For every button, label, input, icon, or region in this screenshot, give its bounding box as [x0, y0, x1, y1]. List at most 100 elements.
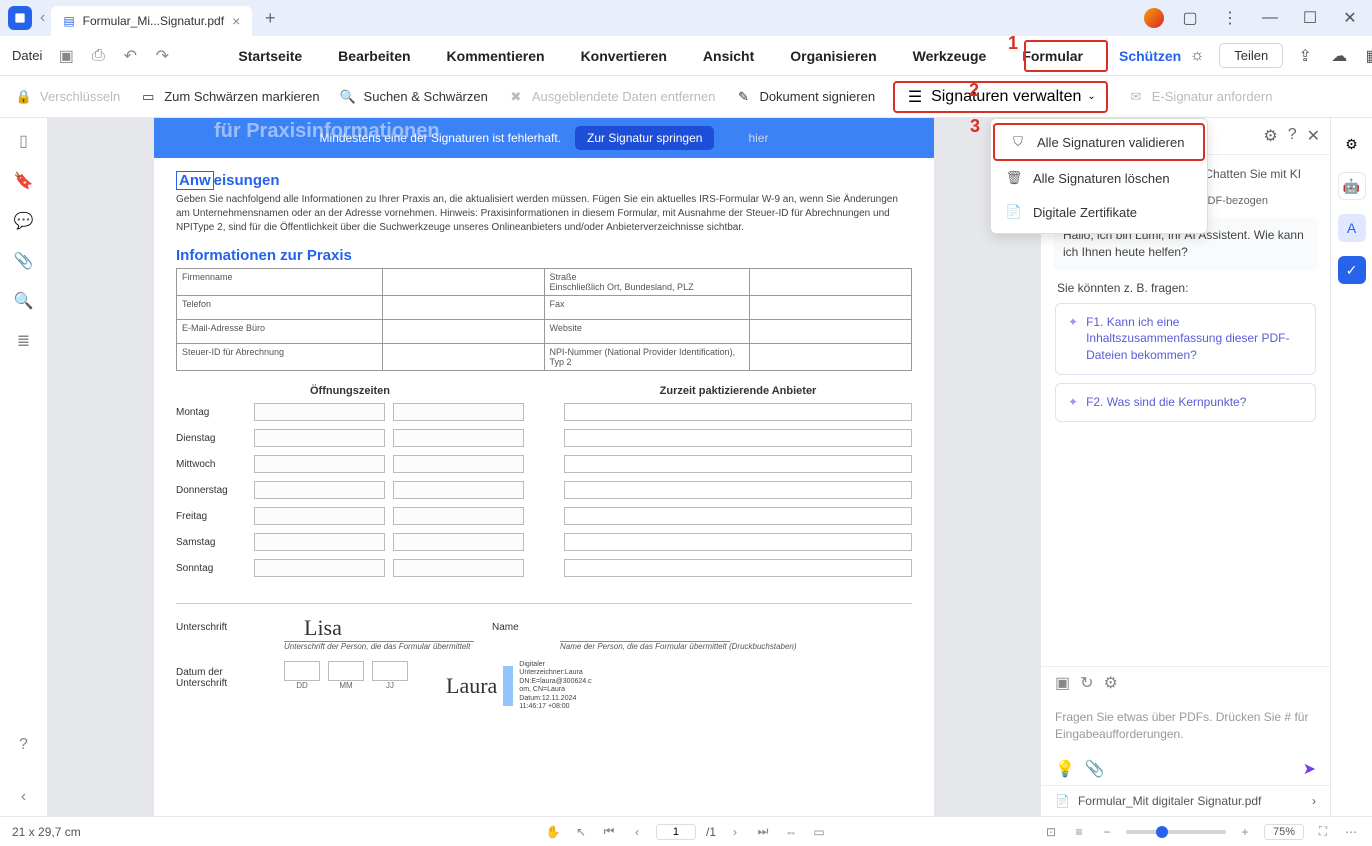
- document-viewport[interactable]: für Praxisinformationen Mindestens eine …: [48, 118, 1040, 816]
- digital-signature-stamp[interactable]: Laura Digitaler Unterzeichner:Laura DN:E…: [446, 661, 592, 711]
- search-icon[interactable]: 🔍: [13, 290, 35, 312]
- first-page-icon[interactable]: ⏮: [600, 824, 618, 839]
- marker-2: 2: [969, 80, 979, 101]
- share-button[interactable]: Teilen: [1219, 43, 1283, 68]
- delete-all-signatures-item[interactable]: 🗑 Alle Signaturen löschen: [991, 161, 1207, 195]
- view-mode-icon[interactable]: ⊡: [1042, 825, 1060, 839]
- esig-icon: ✉: [1126, 87, 1146, 107]
- window-layout-icon[interactable]: ▢: [1176, 4, 1204, 32]
- settings-rail-icon[interactable]: ⚙: [1338, 130, 1366, 158]
- statusbar: 21 x 29,7 cm ✋ ↖ ⏮ ‹ /1 › ⏭ ⇔ ▭ ⊡ ≡ − + …: [0, 816, 1372, 846]
- ai-input-area[interactable]: Fragen Sie etwas über PDFs. Drücken Sie …: [1041, 699, 1330, 753]
- tab-organisieren[interactable]: Organisieren: [786, 40, 880, 72]
- thumbnails-icon[interactable]: ▯: [13, 130, 35, 152]
- kebab-menu-icon[interactable]: ⋮: [1216, 4, 1244, 32]
- jump-to-signature-button[interactable]: Zur Signatur springen: [575, 126, 714, 150]
- pdf-icon: ▤: [63, 14, 74, 28]
- fullscreen-icon[interactable]: ⛶: [1314, 824, 1332, 839]
- tab-ansicht[interactable]: Ansicht: [699, 40, 758, 72]
- save-icon[interactable]: ▣: [54, 44, 78, 68]
- next-page-icon[interactable]: ›: [726, 825, 744, 839]
- document-tab[interactable]: ▤ Formular_Mi...Signatur.pdf ×: [51, 6, 252, 36]
- banner-hier-text: hier: [748, 131, 768, 145]
- practice-info-table: FirmennameStraße Einschließlich Ort, Bun…: [176, 268, 912, 371]
- suggestion-2[interactable]: ✦F2. Was sind die Kernpunkte?: [1055, 383, 1316, 422]
- tab-konvertieren[interactable]: Konvertieren: [577, 40, 671, 72]
- date-dd-field[interactable]: [284, 661, 320, 681]
- shield-check-icon: ⛉: [1009, 133, 1027, 151]
- gear-icon[interactable]: ⚙: [1104, 673, 1118, 693]
- more-icon[interactable]: ▦: [1361, 44, 1372, 68]
- read-mode-icon[interactable]: ▭: [810, 825, 828, 839]
- theme-icon[interactable]: ☼: [1185, 44, 1209, 68]
- history-icon[interactable]: ↻: [1080, 673, 1093, 693]
- close-tab-icon[interactable]: ×: [232, 13, 240, 29]
- attachments-icon[interactable]: 📎: [13, 250, 35, 272]
- sign-document-button[interactable]: ✎ Dokument signieren: [733, 87, 875, 107]
- tab-bearbeiten[interactable]: Bearbeiten: [334, 40, 414, 72]
- prev-page-icon[interactable]: ‹: [628, 825, 646, 839]
- date-jj-field[interactable]: [372, 661, 408, 681]
- cloud-icon[interactable]: ☁: [1327, 44, 1351, 68]
- tab-startseite[interactable]: Startseite: [234, 40, 306, 72]
- more-status-icon[interactable]: ⋯: [1342, 825, 1360, 839]
- zoom-out-icon[interactable]: −: [1098, 825, 1116, 839]
- zoom-slider[interactable]: [1126, 830, 1226, 834]
- panel-close-icon[interactable]: ✕: [1307, 126, 1320, 146]
- maximize-icon[interactable]: ☐: [1296, 4, 1324, 32]
- fit-width-icon[interactable]: ⇔: [782, 825, 800, 839]
- tab-schuetzen[interactable]: Schützen: [1115, 40, 1185, 72]
- last-page-icon[interactable]: ⏭: [754, 824, 772, 839]
- signature-field[interactable]: Lisa: [284, 616, 474, 642]
- encrypt-button[interactable]: 🔒 Verschlüsseln: [14, 87, 120, 107]
- digital-certificates-item[interactable]: 📄 Digitale Zertifikate: [991, 195, 1207, 229]
- page-number-input[interactable]: [656, 824, 696, 840]
- layers-icon[interactable]: ≣: [13, 330, 35, 352]
- share2-icon[interactable]: ⇪: [1293, 44, 1317, 68]
- request-esignature-button[interactable]: ✉ E-Signatur anfordern: [1126, 87, 1273, 107]
- print-icon[interactable]: ⎙: [86, 44, 110, 68]
- attach-icon[interactable]: 📎: [1085, 759, 1105, 779]
- tab-werkzeuge[interactable]: Werkzeuge: [909, 40, 991, 72]
- app-logo-icon[interactable]: [8, 6, 32, 30]
- ai-file-context[interactable]: 📄 Formular_Mit digitaler Signatur.pdf ›: [1041, 785, 1330, 816]
- date-mm-field[interactable]: [328, 661, 364, 681]
- panel-settings-icon[interactable]: ⚙: [1263, 126, 1277, 146]
- manage-signatures-dropdown[interactable]: ☰ Signaturen verwalten ⌄: [893, 81, 1108, 113]
- scroll-mode-icon[interactable]: ≡: [1070, 825, 1088, 839]
- redact-mark-icon: ▭: [138, 87, 158, 107]
- search-redact-icon: 🔍: [338, 87, 358, 107]
- name-field[interactable]: [560, 616, 730, 642]
- bookmarks-icon[interactable]: 🔖: [13, 170, 35, 192]
- suggestion-1[interactable]: ✦F1. Kann ich eine Inhaltszusammenfassun…: [1055, 303, 1316, 375]
- zoom-in-icon[interactable]: +: [1236, 825, 1254, 839]
- chevron-left-rail-icon[interactable]: ‹: [13, 786, 35, 808]
- help-icon[interactable]: ?: [13, 734, 35, 756]
- check-rail-icon[interactable]: ✓: [1338, 256, 1366, 284]
- undo-icon[interactable]: ↶: [118, 44, 142, 68]
- add-tab-button[interactable]: +: [256, 4, 284, 32]
- highlight-box-1: [1024, 40, 1108, 72]
- sparkle-icon: ✦: [1068, 394, 1078, 411]
- validate-all-signatures-item[interactable]: ⛉ Alle Signaturen validieren: [993, 123, 1205, 161]
- send-icon[interactable]: ➤: [1303, 759, 1316, 779]
- toolbox-icon-1[interactable]: ▣: [1055, 673, 1070, 693]
- user-avatar[interactable]: [1144, 8, 1164, 28]
- redo-icon[interactable]: ↷: [150, 44, 174, 68]
- ai-robot-icon[interactable]: 🤖: [1338, 172, 1366, 200]
- comments-icon[interactable]: 💬: [13, 210, 35, 232]
- remove-hidden-button[interactable]: ✖ Ausgeblendete Daten entfernen: [506, 87, 716, 107]
- file-menu[interactable]: Datei: [12, 48, 42, 63]
- panel-help-icon[interactable]: ?: [1288, 126, 1297, 146]
- tab-kommentieren[interactable]: Kommentieren: [443, 40, 549, 72]
- hand-tool-icon[interactable]: ✋: [544, 825, 562, 839]
- search-redact-button[interactable]: 🔍 Suchen & Schwärzen: [338, 87, 488, 107]
- chevron-left-icon[interactable]: ‹: [40, 9, 45, 27]
- mark-redact-button[interactable]: ▭ Zum Schwärzen markieren: [138, 87, 319, 107]
- translate-icon[interactable]: A: [1338, 214, 1366, 242]
- lightbulb-icon[interactable]: 💡: [1055, 759, 1075, 779]
- select-tool-icon[interactable]: ↖: [572, 825, 590, 839]
- zoom-percent[interactable]: 75%: [1264, 824, 1304, 840]
- minimize-icon[interactable]: —: [1256, 4, 1284, 32]
- close-window-icon[interactable]: ✕: [1336, 4, 1364, 32]
